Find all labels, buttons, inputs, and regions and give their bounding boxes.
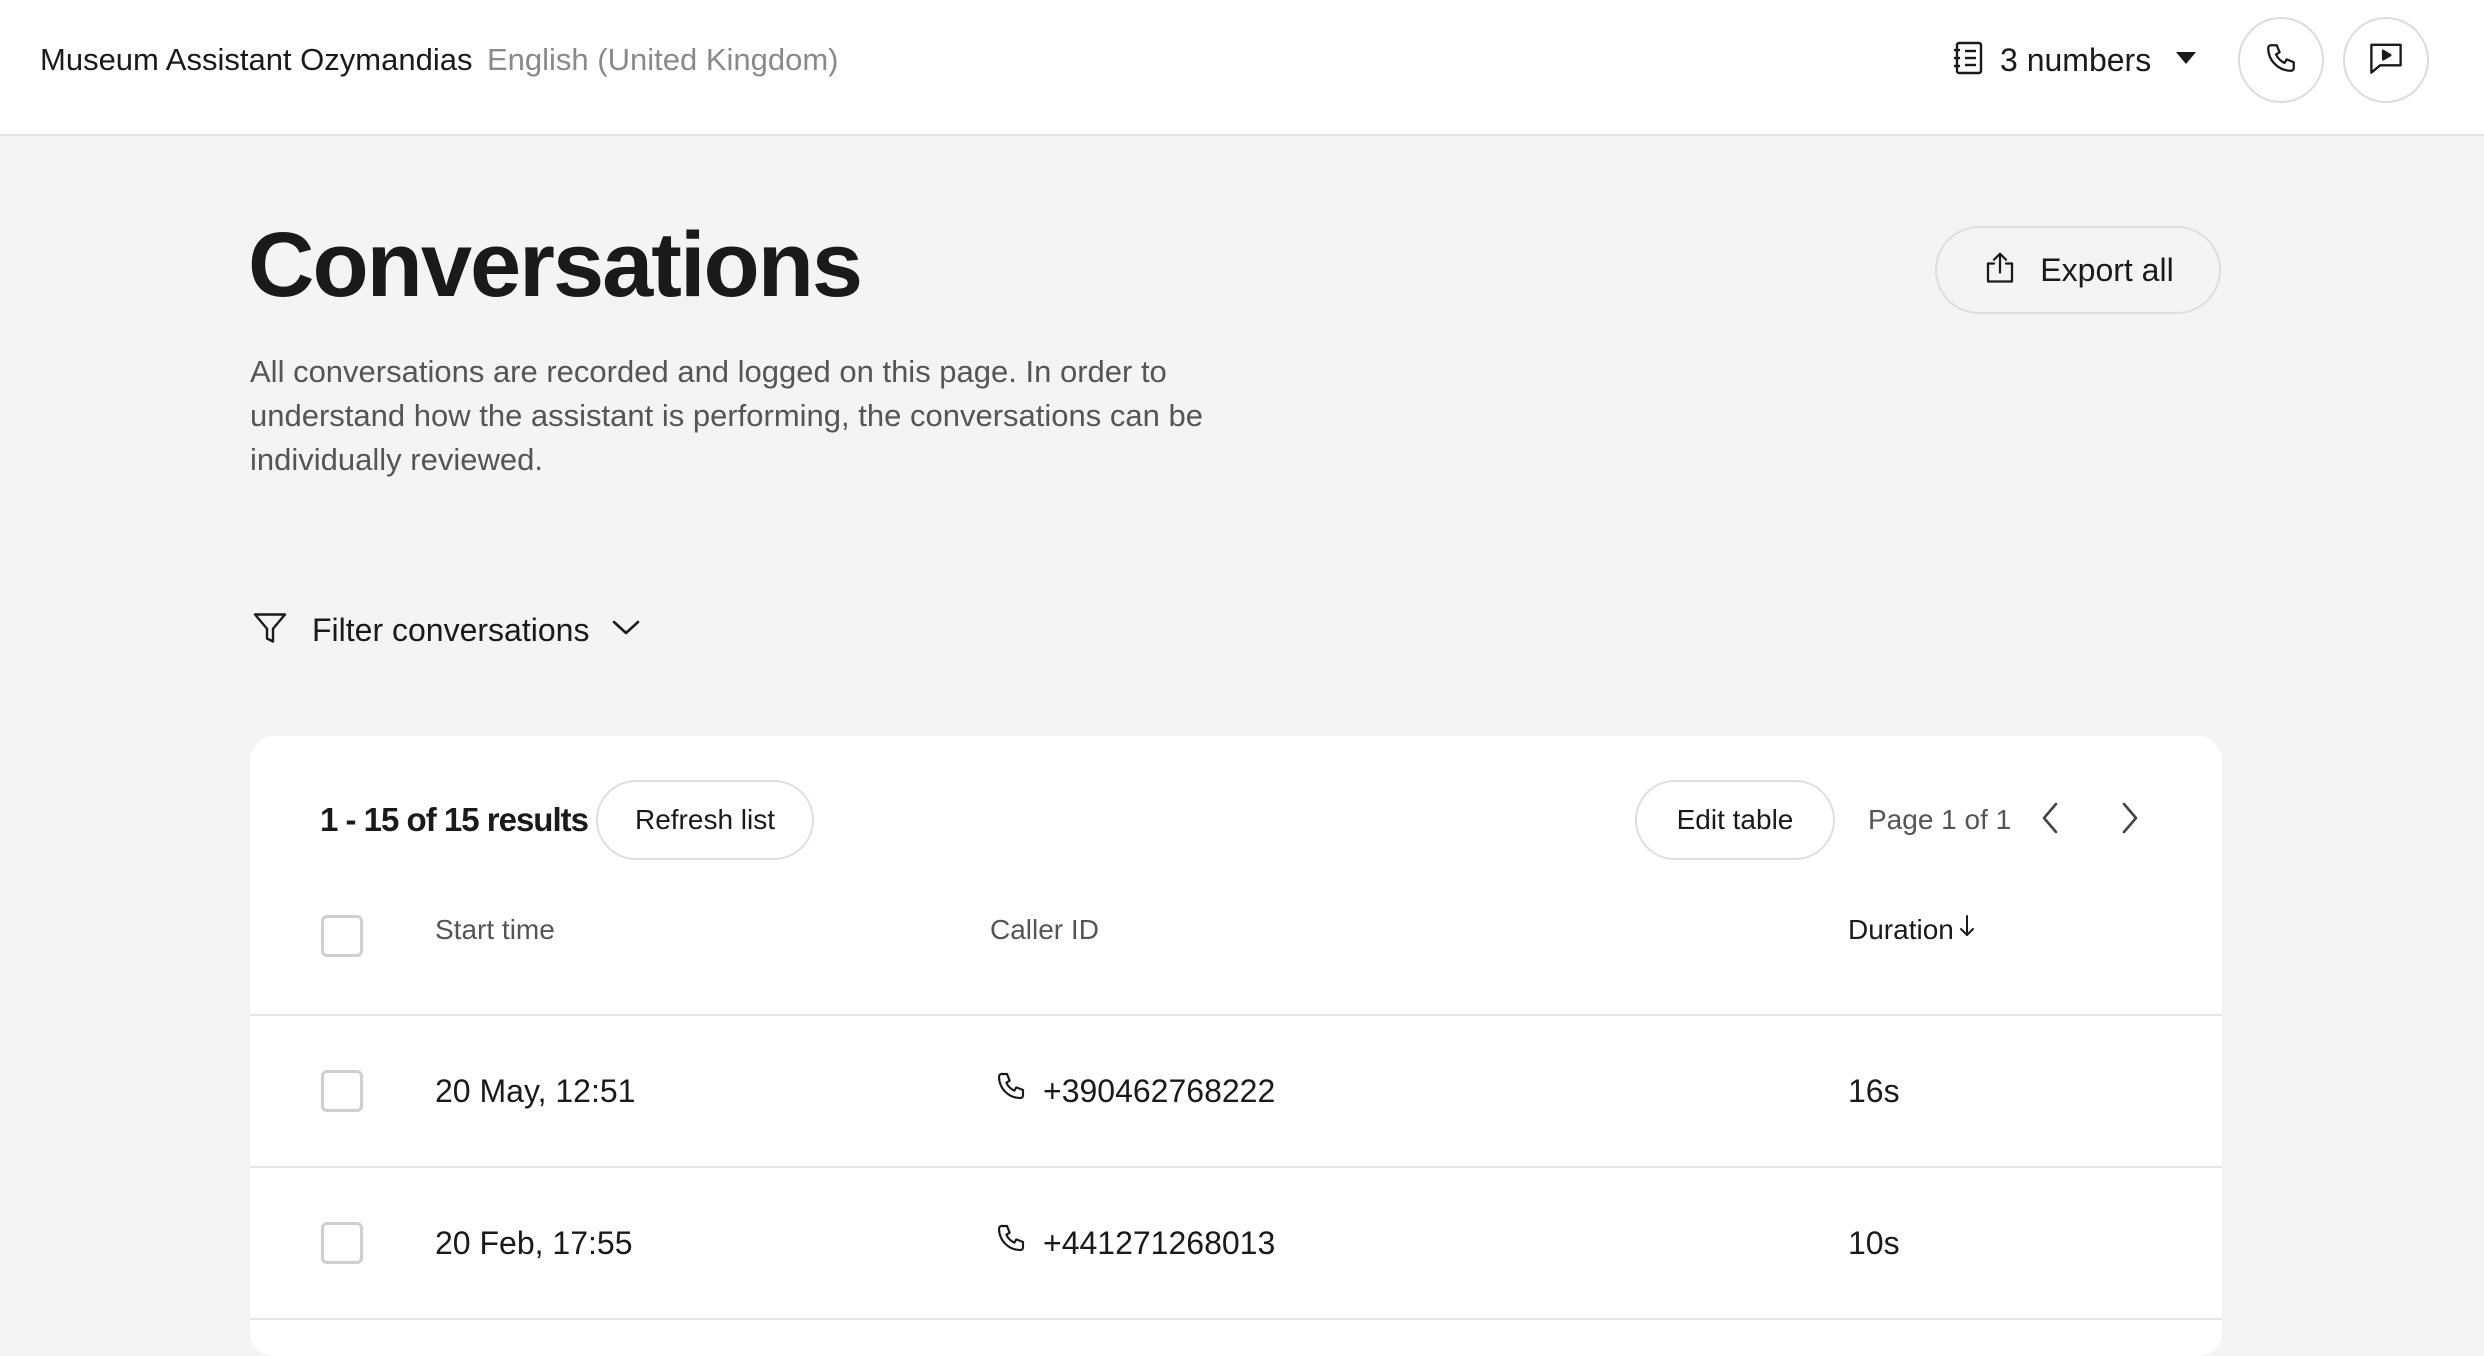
call-button[interactable] xyxy=(2238,17,2324,103)
row-divider xyxy=(250,1318,2222,1320)
previous-page-button[interactable] xyxy=(2028,798,2072,842)
assistant-language: English (United Kingdom) xyxy=(487,42,839,77)
chevron-left-icon xyxy=(2040,801,2060,840)
row-checkbox[interactable] xyxy=(321,1070,363,1112)
column-header-caller-id: Caller ID xyxy=(990,914,1099,945)
caret-down-icon xyxy=(2175,51,2197,70)
conversations-table-card: 1 - 15 of 15 results Refresh list Edit t… xyxy=(250,736,2222,1356)
phone-icon xyxy=(995,1069,1027,1113)
page-description: All conversations are recorded and logge… xyxy=(250,354,1203,477)
phone-icon xyxy=(995,1221,1027,1265)
arrow-down-icon xyxy=(1958,910,1976,950)
top-bar: Museum Assistant Ozymandias English (Uni… xyxy=(0,0,2484,136)
row-checkbox[interactable] xyxy=(321,1222,363,1264)
upload-icon xyxy=(1982,250,2018,291)
chat-button[interactable] xyxy=(2343,17,2429,103)
column-header-duration[interactable]: Duration xyxy=(1848,910,1976,950)
row-caller-number: +441271268013 xyxy=(1043,1225,1276,1261)
row-caller-id: +390462768222 xyxy=(995,1069,1275,1113)
numbers-dropdown[interactable]: 3 numbers xyxy=(1952,36,2197,84)
refresh-list-button[interactable]: Refresh list xyxy=(596,780,814,860)
row-start-time: 20 Feb, 17:55 xyxy=(435,1225,633,1261)
filter-conversations-toggle[interactable]: Filter conversations xyxy=(252,608,641,652)
edit-table-button[interactable]: Edit table xyxy=(1635,780,1835,860)
table-row[interactable]: 20 Feb, 17:55 +441271268013 10s xyxy=(250,1168,2222,1318)
table-row[interactable]: 20 May, 12:51 +390462768222 16s xyxy=(250,1016,2222,1166)
column-header-duration-label: Duration xyxy=(1848,914,1954,945)
next-page-button[interactable] xyxy=(2108,798,2152,842)
chat-play-icon xyxy=(2367,40,2405,81)
export-all-button[interactable]: Export all xyxy=(1935,226,2221,314)
assistant-name: Museum Assistant Ozymandias xyxy=(40,42,473,77)
page-title: Conversations xyxy=(248,214,863,316)
row-start-time: 20 May, 12:51 xyxy=(435,1073,636,1109)
phonebook-icon xyxy=(1952,40,1986,81)
row-duration: 16s xyxy=(1848,1073,1900,1109)
filter-icon xyxy=(252,609,288,652)
page-indicator: Page 1 of 1 xyxy=(1868,804,2012,835)
numbers-dropdown-label: 3 numbers xyxy=(2000,41,2152,78)
column-header-start-time: Start time xyxy=(435,914,555,945)
results-count: 1 - 15 of 15 results xyxy=(320,801,589,838)
chevron-down-icon xyxy=(611,619,641,642)
phone-icon xyxy=(2264,41,2298,80)
row-duration: 10s xyxy=(1848,1225,1900,1261)
filter-conversations-label: Filter conversations xyxy=(312,611,590,648)
row-caller-id: +441271268013 xyxy=(995,1221,1275,1265)
select-all-checkbox[interactable] xyxy=(321,915,363,957)
export-all-label: Export all xyxy=(2040,251,2174,288)
chevron-right-icon xyxy=(2120,801,2140,840)
row-caller-number: +390462768222 xyxy=(1043,1073,1276,1109)
